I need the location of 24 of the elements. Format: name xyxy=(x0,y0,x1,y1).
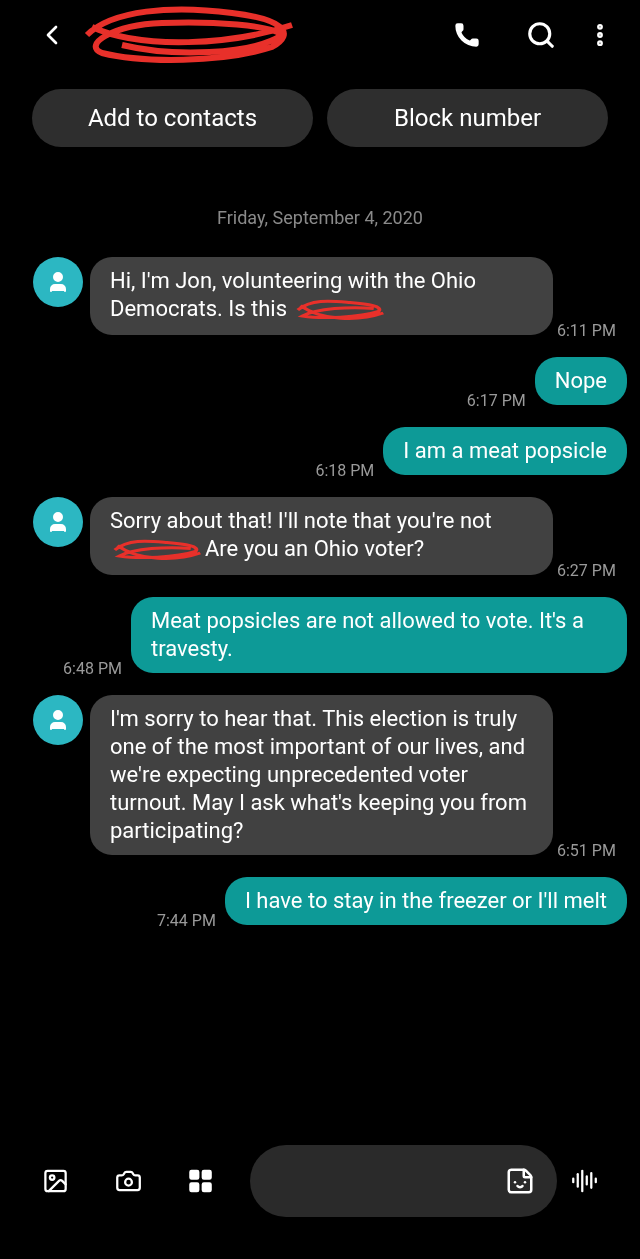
phone-icon[interactable] xyxy=(453,21,481,49)
message-text: I have to stay in the freezer or I'll melt xyxy=(244,888,607,914)
message-time: 6:27 PM xyxy=(557,560,616,583)
message-text: Meat popsicles are not allowed to vote. It's a travesty. xyxy=(151,608,584,662)
contact-avatar[interactable] xyxy=(33,257,83,307)
message-text: I am a meat popsicle xyxy=(403,438,607,464)
message-text: Nope xyxy=(554,368,607,394)
header-button[interactable]: Block number xyxy=(327,89,608,147)
contact-avatar[interactable] xyxy=(33,695,83,746)
contact-avatar[interactable] xyxy=(33,497,83,548)
message-text: Sorry about that! I'll note that you're not xyxy=(110,508,492,534)
message-time: 6:51 PM xyxy=(557,840,616,863)
message-text: I'm sorry to hear that. This election is truly one of the most important of our lives, and we're expecting unprecedented voter turnout. May I ask what's keeping you from participating? xyxy=(110,706,527,844)
message-time: 6:18 PM xyxy=(315,460,375,483)
search-icon[interactable] xyxy=(526,20,556,50)
header-button[interactable]: Add to contacts xyxy=(32,89,313,147)
message-time: 6:48 PM xyxy=(63,658,122,681)
date-label: Friday, September 4, 2020 xyxy=(217,206,423,230)
message-time: 7:44 PM xyxy=(157,910,216,933)
message-text: Democrats. Is this xyxy=(110,296,289,321)
message-time: 6:17 PM xyxy=(466,390,526,413)
message-text: Are you an Ohio voter? xyxy=(205,536,425,562)
message-text: Hi, I'm Jon, volunteering with the Ohio xyxy=(110,268,477,293)
message-time: 6:11 PM xyxy=(557,320,616,343)
